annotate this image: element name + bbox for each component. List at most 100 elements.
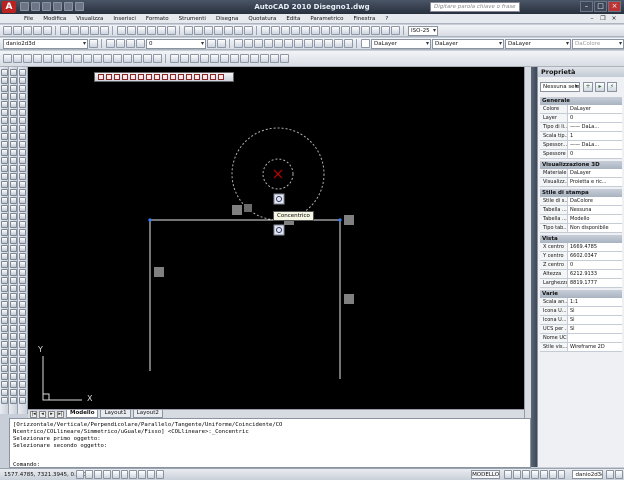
constraint-parallel-icon[interactable]	[19, 93, 26, 100]
zoom-icon[interactable]	[9, 277, 17, 284]
walk-icon[interactable]	[0, 389, 8, 396]
property-row[interactable]: Nome UCS	[540, 334, 622, 343]
layer-on-icon[interactable]	[116, 39, 125, 48]
constraint-vertical-icon[interactable]	[19, 77, 26, 84]
line-icon[interactable]	[0, 69, 8, 76]
property-row[interactable]: Tipo tab... Non disponibile	[540, 224, 622, 233]
dim-angular-icon[interactable]	[321, 26, 330, 35]
slice-icon[interactable]	[0, 341, 8, 348]
dim-ordinate-icon[interactable]	[291, 26, 300, 35]
grid-display-icon[interactable]	[84, 470, 93, 479]
ellipse-icon[interactable]	[0, 141, 8, 148]
osnap-node-icon[interactable]	[250, 54, 259, 63]
dim-constraint-linear-icon[interactable]	[19, 181, 26, 188]
annotation-scale-icon[interactable]	[557, 470, 566, 479]
extend-icon[interactable]	[103, 54, 112, 63]
explode-icon[interactable]	[9, 197, 17, 204]
list-icon[interactable]	[9, 365, 17, 372]
extend-icon[interactable]	[9, 149, 17, 156]
osnap-perpendicular-icon[interactable]	[230, 54, 239, 63]
grip[interactable]	[232, 205, 242, 215]
explode-icon[interactable]	[153, 54, 162, 63]
steering-wheel-icon[interactable]	[539, 470, 548, 479]
concentric-constraint-icon[interactable]	[273, 193, 285, 205]
help-search-input[interactable]: Digitare parola chiave o frase	[430, 2, 520, 12]
union-icon[interactable]	[0, 317, 8, 324]
dim-angular-icon[interactable]	[9, 229, 17, 236]
stretch-icon[interactable]	[83, 54, 92, 63]
style-icon[interactable]	[9, 245, 17, 252]
menu-inserisci[interactable]: Inserisci	[113, 16, 136, 22]
dim-linear-icon[interactable]	[9, 205, 17, 212]
units-icon[interactable]	[19, 381, 26, 388]
extrude-icon[interactable]	[0, 285, 8, 292]
ucs-previous-icon[interactable]	[344, 39, 353, 48]
circle-icon[interactable]	[0, 117, 8, 124]
view-iso-icon[interactable]	[314, 39, 323, 48]
dim-baseline-icon[interactable]	[331, 26, 340, 35]
center-mark-icon[interactable]	[371, 26, 380, 35]
property-row[interactable]: Scala tip... 1	[540, 132, 622, 141]
osnap-endpoint-icon[interactable]	[170, 54, 179, 63]
table-icon[interactable]	[0, 205, 8, 212]
sun-icon[interactable]	[9, 341, 17, 348]
dim-aligned-icon[interactable]	[271, 26, 280, 35]
shade-icon[interactable]	[9, 325, 17, 332]
rename-icon[interactable]	[19, 397, 26, 404]
distance-icon[interactable]	[9, 389, 17, 396]
construction-line-icon[interactable]	[0, 77, 8, 84]
visual-style-icon[interactable]	[234, 39, 243, 48]
polyline-icon[interactable]	[0, 85, 8, 92]
preview-icon[interactable]	[19, 333, 26, 340]
plot-icon[interactable]	[19, 325, 26, 332]
osnap-nearest-icon[interactable]	[260, 54, 269, 63]
property-row[interactable]: Tabella ... Modello	[540, 215, 622, 224]
help-icon[interactable]	[244, 26, 253, 35]
offset-icon[interactable]	[9, 93, 17, 100]
move-icon[interactable]	[53, 54, 62, 63]
menu-parametrico[interactable]: Parametrico	[310, 16, 343, 22]
dim-constraint-diameter-icon[interactable]	[19, 205, 26, 212]
selection-combo[interactable]: Nessuna sele	[540, 82, 580, 92]
section-icon[interactable]	[0, 349, 8, 356]
zoom-realtime-icon[interactable]	[147, 26, 156, 35]
fillet-icon[interactable]	[9, 189, 17, 196]
color-combo[interactable]: DaLayer	[371, 38, 431, 49]
render-icon[interactable]	[0, 357, 8, 364]
wireframe-icon[interactable]	[244, 39, 253, 48]
subtract-icon[interactable]	[0, 325, 8, 332]
view-front-icon[interactable]	[304, 39, 313, 48]
hyperlink-icon[interactable]	[19, 309, 26, 316]
quick-properties-icon[interactable]	[156, 470, 165, 479]
command-line[interactable]: [Orizzontale/Verticale/Perpendicolare/Pa…	[9, 418, 531, 468]
osnap-quadrant-icon[interactable]	[210, 54, 219, 63]
constraint-equal-icon[interactable]	[19, 149, 26, 156]
revision-cloud-icon[interactable]	[0, 125, 8, 132]
erase-icon[interactable]	[9, 69, 17, 76]
dimstyle-combo[interactable]: ISO-25	[408, 25, 438, 36]
grip-endpoint[interactable]	[338, 218, 342, 222]
property-row[interactable]: Spessore 0	[540, 150, 622, 159]
show-constraints-icon[interactable]	[19, 165, 26, 172]
dim-constraint-radius-icon[interactable]	[19, 197, 26, 204]
sheet-set-icon[interactable]	[214, 26, 223, 35]
design-center-icon[interactable]	[194, 26, 203, 35]
visual-style-icon[interactable]	[9, 317, 17, 324]
stretch-icon[interactable]	[9, 133, 17, 140]
options-icon[interactable]	[19, 365, 26, 372]
orbit-icon[interactable]	[284, 39, 293, 48]
ucs-icon[interactable]	[324, 39, 333, 48]
layer-icon[interactable]	[9, 253, 17, 260]
osnap-parallel-icon[interactable]	[240, 54, 249, 63]
constraint-coincident-icon[interactable]	[19, 117, 26, 124]
undo-icon[interactable]	[53, 2, 62, 11]
property-row[interactable]: Icona U... Sì	[540, 307, 622, 316]
constraint-coincident-icon[interactable]	[146, 74, 152, 80]
field-icon[interactable]	[19, 277, 26, 284]
limits-icon[interactable]	[19, 389, 26, 396]
menu-strumenti[interactable]: Strumenti	[179, 16, 206, 22]
selected-polyline[interactable]	[149, 219, 341, 379]
constraint-settings-icon[interactable]	[19, 253, 26, 260]
tab-layout1[interactable]: Layout1	[100, 410, 131, 418]
constraint-fix-icon[interactable]	[19, 157, 26, 164]
